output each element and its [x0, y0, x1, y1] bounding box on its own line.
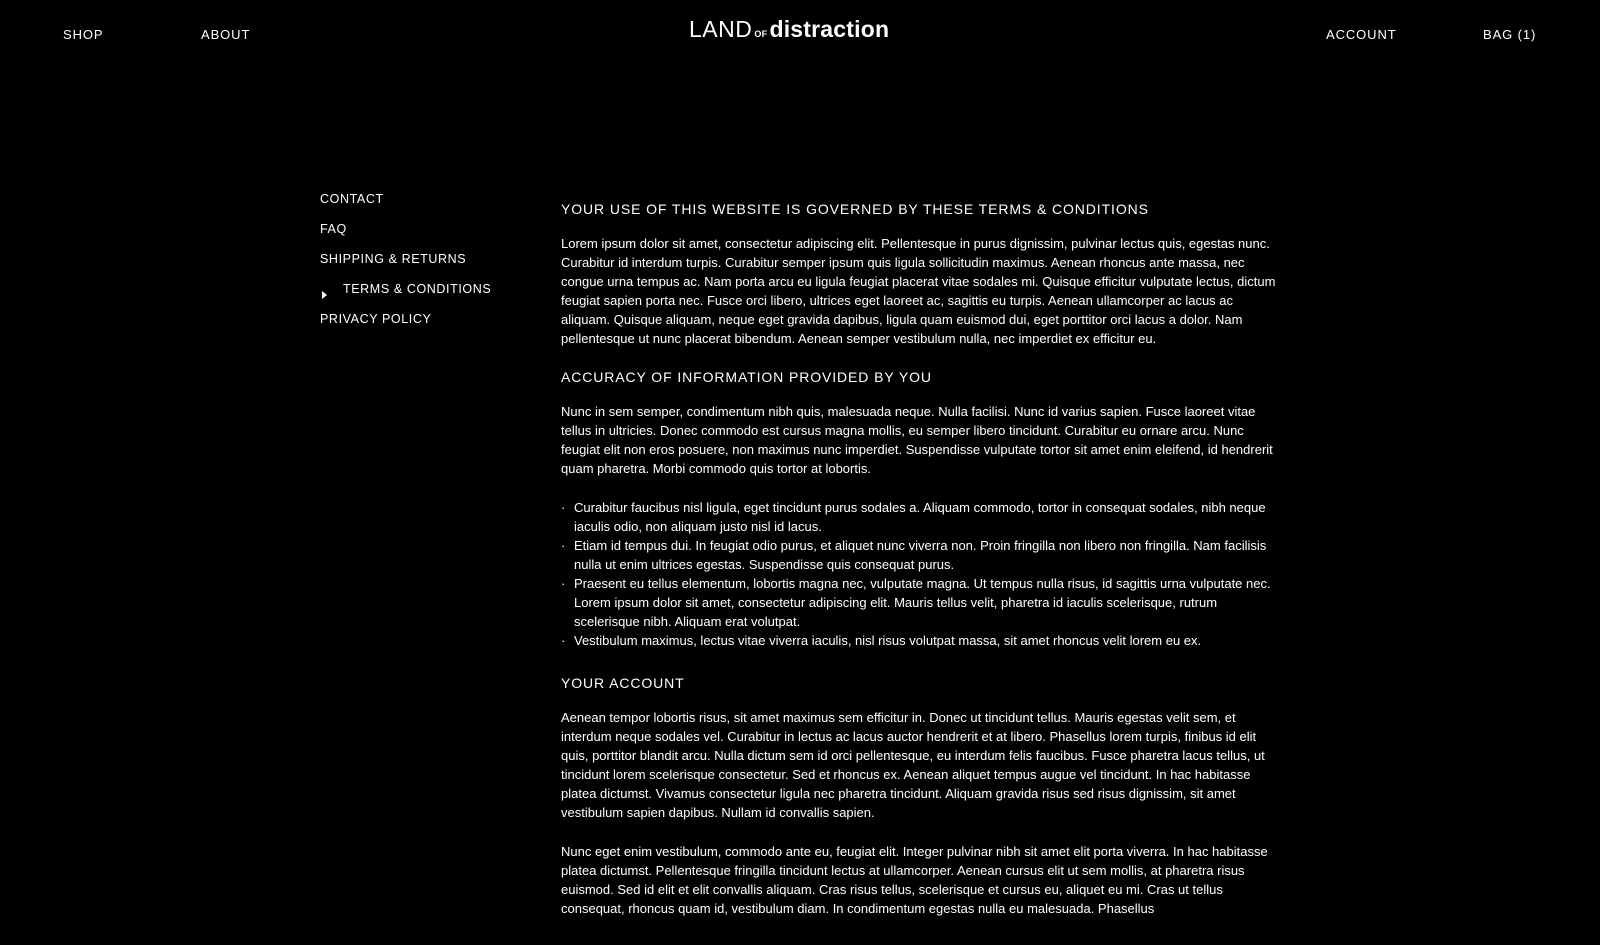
sidebar-item-terms-conditions[interactable]: TERMS & CONDITIONS	[320, 278, 540, 308]
bullet-list: Curabitur faucibus nisl ligula, eget tin…	[561, 498, 1281, 650]
terms-content: YOUR USE OF THIS WEBSITE IS GOVERNED BY …	[561, 200, 1281, 938]
section-title: ACCURACY OF INFORMATION PROVIDED BY YOU	[561, 369, 932, 385]
section-paragraph: Nunc eget enim vestibulum, commodo ante …	[561, 844, 1268, 916]
list-item: Etiam id tempus dui. In feugiat odio pur…	[561, 536, 1281, 574]
sidebar-item-shipping-returns[interactable]: SHIPPING & RETURNS	[320, 248, 540, 278]
logo-of-text: OF	[754, 29, 768, 39]
section-title: YOUR USE OF THIS WEBSITE IS GOVERNED BY …	[561, 201, 1149, 217]
site-header: SHOP ABOUT LAND OFdistraction ACCOUNT BAG…	[0, 0, 1600, 68]
nav-shop-link[interactable]: SHOP	[63, 27, 103, 42]
sidebar-item-contact[interactable]: CONTACT	[320, 188, 540, 218]
logo-land-text: LAND	[689, 16, 753, 42]
sidebar-item-privacy-policy[interactable]: PRIVACY POLICY	[320, 308, 540, 338]
list-item: Curabitur faucibus nisl ligula, eget tin…	[561, 498, 1281, 536]
list-item: Praesent eu tellus elementum, lobortis m…	[561, 574, 1281, 631]
list-item: Vestibulum maximus, lectus vitae viverra…	[561, 631, 1281, 650]
section-paragraph: Lorem ipsum dolor sit amet, consectetur …	[561, 236, 1276, 346]
section-accuracy: ACCURACY OF INFORMATION PROVIDED BY YOU …	[561, 368, 1281, 650]
site-logo[interactable]: LAND OFdistraction	[689, 18, 889, 41]
nav-account-link[interactable]: ACCOUNT	[1326, 27, 1397, 42]
caret-right-icon	[322, 291, 327, 299]
section-your-account: YOUR ACCOUNT Aenean tempor lobortis risu…	[561, 674, 1281, 918]
section-title: YOUR ACCOUNT	[561, 675, 685, 691]
logo-distraction-text: distraction	[769, 16, 890, 42]
nav-about-link[interactable]: ABOUT	[201, 27, 250, 42]
section-terms-governed: YOUR USE OF THIS WEBSITE IS GOVERNED BY …	[561, 200, 1281, 348]
info-sidebar: CONTACT FAQ SHIPPING & RETURNS TERMS & C…	[320, 188, 540, 338]
sidebar-item-faq[interactable]: FAQ	[320, 218, 540, 248]
section-paragraph: Nunc in sem semper, condimentum nibh qui…	[561, 404, 1273, 476]
nav-bag-link[interactable]: BAG (1)	[1483, 27, 1536, 42]
section-paragraph: Aenean tempor lobortis risus, sit amet m…	[561, 710, 1265, 820]
sidebar-item-label: TERMS & CONDITIONS	[343, 282, 492, 296]
